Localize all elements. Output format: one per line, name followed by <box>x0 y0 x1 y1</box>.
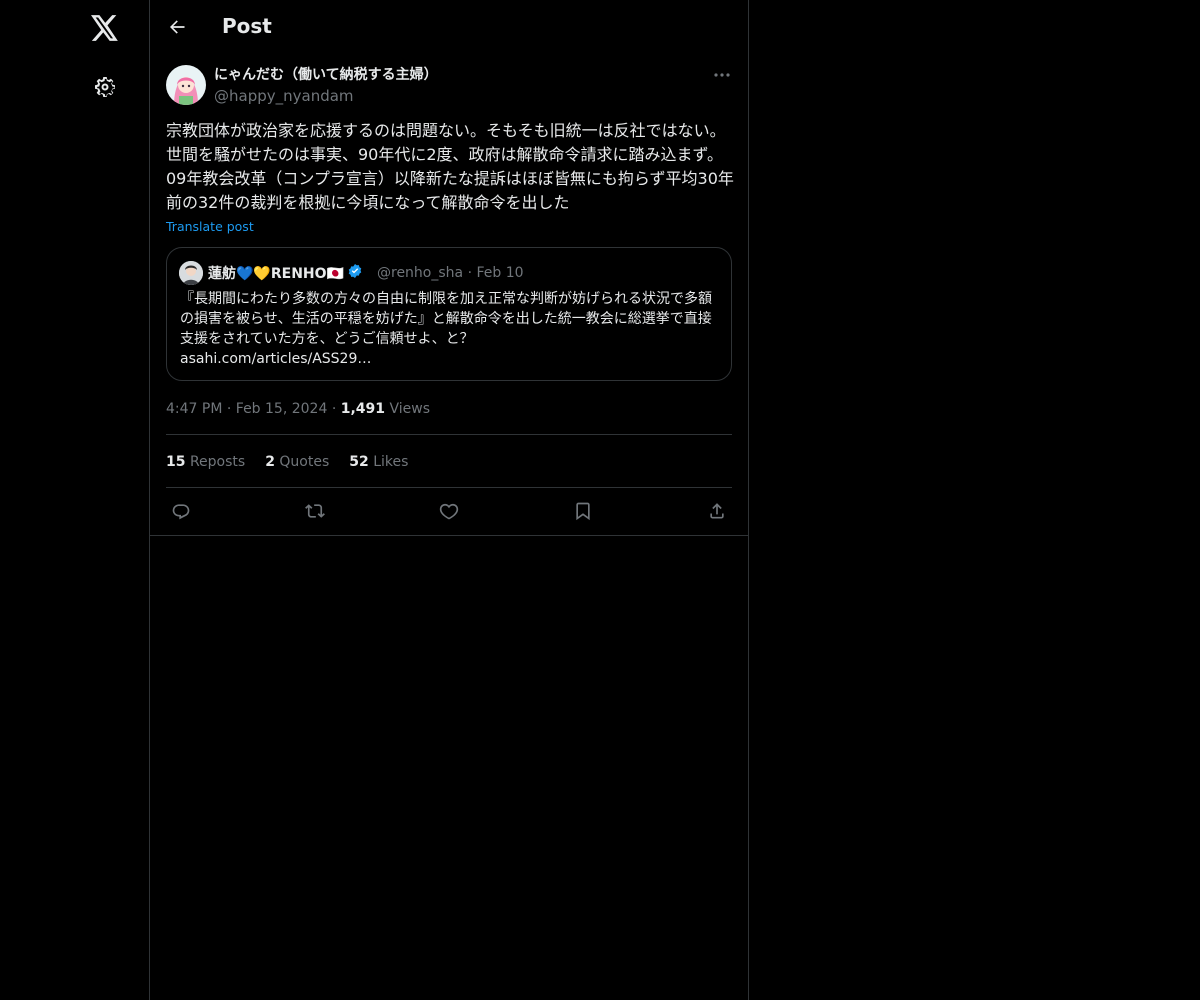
likes-count: 52 <box>349 454 369 470</box>
share-icon[interactable] <box>704 498 730 524</box>
likes-stat[interactable]: 52 Likes <box>349 453 408 471</box>
action-bar <box>166 498 732 524</box>
page-header: Post <box>150 0 748 53</box>
reply-icon[interactable] <box>168 498 194 524</box>
quote-link[interactable]: asahi.com/articles/ASS29… <box>180 349 724 369</box>
dot-separator: · <box>226 401 236 417</box>
quote-author-avatar <box>179 261 203 285</box>
back-arrow-icon[interactable] <box>160 10 194 44</box>
like-heart-icon[interactable] <box>436 498 462 524</box>
quote-author-name-text: 蓮舫💙💛RENHO🇯🇵 <box>208 265 344 282</box>
quotes-label: Quotes <box>279 454 330 470</box>
post-date[interactable]: Feb 15, 2024 <box>236 401 328 417</box>
post-meta: 4:47 PM · Feb 15, 2024 · 1,491 Views <box>166 400 430 418</box>
repost-icon[interactable] <box>302 498 328 524</box>
author-handle[interactable]: @happy_nyandam <box>214 87 354 105</box>
post-text: 宗教団体が政治家を応援するのは問題ない。そもそも旧統一は反社ではない。世間を騒が… <box>166 121 734 212</box>
reposts-stat[interactable]: 15 Reposts <box>166 453 245 471</box>
translate-post-link[interactable]: Translate post <box>166 219 254 235</box>
views-count: 1,491 <box>340 401 386 417</box>
quoted-post[interactable]: 蓮舫💙💛RENHO🇯🇵 @renho_sha · Feb 10 『長期間にわたり… <box>166 247 732 381</box>
dot-separator: · <box>331 401 341 417</box>
author-avatar[interactable] <box>166 65 206 105</box>
quote-text: 『長期間にわたり多数の方々の自由に制限を加え正常な判断が妨げられる状況で多額の損… <box>180 291 712 347</box>
more-options-icon[interactable] <box>710 66 734 84</box>
x-logo-icon[interactable] <box>80 3 130 53</box>
quote-author-name: 蓮舫💙💛RENHO🇯🇵 <box>208 263 363 284</box>
verified-badge-icon <box>347 263 363 284</box>
quotes-count: 2 <box>265 454 275 470</box>
divider <box>150 535 748 536</box>
quote-text-block: 『長期間にわたり多数の方々の自由に制限を加え正常な判断が妨げられる状況で多額の損… <box>180 289 724 369</box>
engagement-stats: 15 Reposts 2 Quotes 52 Likes <box>166 453 408 471</box>
quotes-stat[interactable]: 2 Quotes <box>265 453 329 471</box>
reposts-count: 15 <box>166 454 186 470</box>
post-time[interactable]: 4:47 PM <box>166 401 222 417</box>
main-column: Post にゃんだむ（働いて納税する主婦） @happy_nyandam 宗教団… <box>149 0 749 1000</box>
left-nav <box>0 0 150 1000</box>
author-name[interactable]: にゃんだむ（働いて納税する主婦） <box>214 66 438 84</box>
divider <box>166 487 732 488</box>
quote-author-handle: @renho_sha <box>377 265 464 281</box>
reposts-label: Reposts <box>189 454 246 470</box>
likes-label: Likes <box>373 454 409 470</box>
quote-meta: @renho_sha · Feb 10 <box>377 264 524 282</box>
bookmark-icon[interactable] <box>570 498 596 524</box>
divider <box>166 434 732 435</box>
page-title: Post <box>222 14 272 38</box>
views-label: Views <box>389 401 431 417</box>
quote-date: Feb 10 <box>476 265 524 281</box>
gear-icon[interactable] <box>80 62 130 112</box>
